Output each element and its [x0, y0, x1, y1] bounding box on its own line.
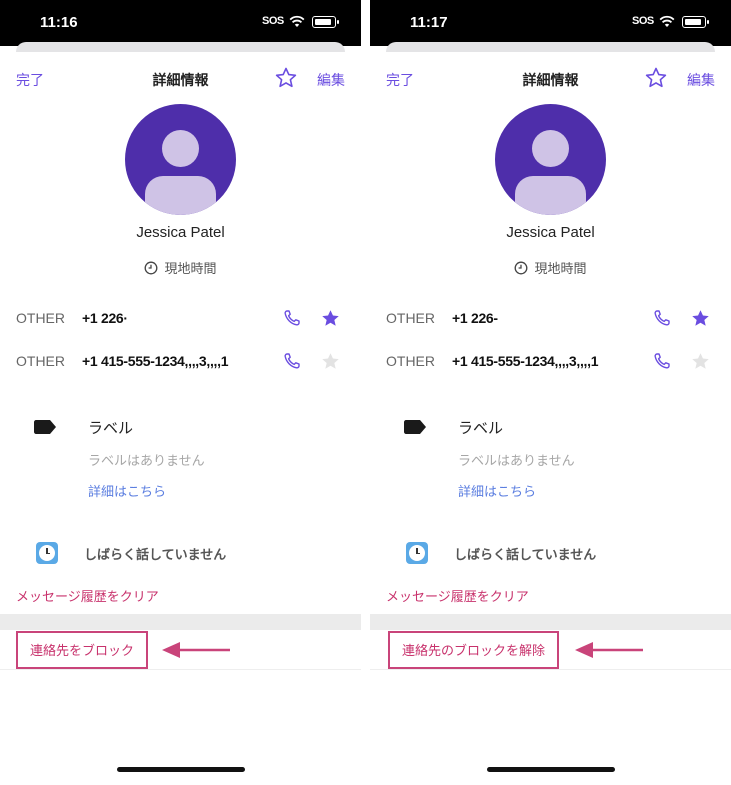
clear-history-button[interactable]: メッセージ履歴をクリア: [16, 586, 159, 605]
sos-indicator: SOS: [262, 15, 284, 27]
clear-history-button[interactable]: メッセージ履歴をクリア: [386, 586, 529, 605]
label-empty-text: ラベルはありません: [88, 454, 205, 469]
phone-screen-after: 11:17 SOS 完了 詳細情報 編集 Jessica Patel 現地時間 …: [370, 0, 731, 785]
avatar-head: [162, 130, 199, 167]
phone-screen-before: 11:16 SOS 完了 詳細情報 編集 Jessica Patel 現地時間 …: [0, 0, 361, 785]
label-tag-icon: [34, 420, 56, 434]
learn-more-link[interactable]: 詳細はこちら: [458, 481, 536, 500]
avatar: [125, 104, 236, 215]
phone-row[interactable]: OTHER +1 415-555-1234,,,,3,,,,1: [0, 350, 361, 374]
phone-icon[interactable]: [283, 352, 301, 370]
status-bar: 11:16 SOS: [0, 0, 361, 46]
avatar-body: [145, 176, 216, 215]
phone-row[interactable]: OTHER +1 226-: [370, 307, 731, 331]
phone-row[interactable]: OTHER +1 226·: [0, 307, 361, 331]
label-empty-text: ラベルはありません: [458, 454, 575, 469]
star-empty-icon[interactable]: [690, 351, 711, 372]
block-contact-button[interactable]: 連絡先をブロック: [30, 644, 134, 659]
clock-icon: [406, 542, 428, 564]
home-indicator: [487, 767, 615, 772]
avatar-body: [515, 176, 586, 215]
phone-number[interactable]: +1 226·: [82, 310, 128, 326]
phone-number[interactable]: +1 415-555-1234,,,,3,,,,1: [82, 353, 229, 369]
local-time: 現地時間: [370, 258, 731, 277]
avatar: [495, 104, 606, 215]
sos-indicator: SOS: [632, 15, 654, 27]
divider: [0, 669, 361, 670]
phone-icon[interactable]: [283, 309, 301, 327]
clock-icon: [36, 542, 58, 564]
page-title: 詳細情報: [522, 73, 579, 89]
local-time-label: 現地時間: [534, 262, 587, 277]
star-filled-icon[interactable]: [320, 308, 341, 329]
star-empty-icon[interactable]: [320, 351, 341, 372]
phone-icon[interactable]: [653, 352, 671, 370]
learn-more-link[interactable]: 詳細はこちら: [88, 481, 166, 500]
phone-row[interactable]: OTHER +1 415-555-1234,,,,3,,,,1: [370, 350, 731, 374]
arrow-left-icon: [162, 642, 230, 658]
status-time: 11:17: [410, 14, 448, 31]
arrow-left-icon: [575, 642, 643, 658]
label-tag-icon: [404, 420, 426, 434]
phone-type: OTHER: [16, 353, 65, 369]
phone-number[interactable]: +1 415-555-1234,,,,3,,,,1: [452, 353, 599, 369]
phone-type: OTHER: [16, 310, 65, 326]
status-time: 11:16: [40, 14, 78, 31]
wifi-icon: [289, 15, 305, 27]
label-section-title: ラベル: [458, 419, 504, 437]
label-section-title: ラベル: [88, 419, 134, 437]
clock-outline-icon: [145, 261, 158, 275]
edit-button[interactable]: 編集: [317, 70, 345, 90]
battery-icon: [312, 16, 339, 28]
star-outline-icon[interactable]: [274, 66, 298, 90]
section-divider: [370, 614, 731, 630]
phone-number[interactable]: +1 226-: [452, 310, 498, 326]
last-contact-text: しばらく話していません: [454, 548, 597, 563]
contact-name: Jessica Patel: [136, 224, 225, 241]
page-title: 詳細情報: [152, 73, 209, 89]
avatar-head: [532, 130, 569, 167]
divider: [370, 669, 731, 670]
unblock-contact-button[interactable]: 連絡先のブロックを解除: [402, 644, 545, 659]
block-contact-highlight[interactable]: 連絡先をブロック: [16, 631, 149, 669]
contact-name: Jessica Patel: [506, 224, 595, 241]
phone-type: OTHER: [386, 353, 435, 369]
clock-outline-icon: [515, 261, 528, 275]
star-outline-icon[interactable]: [644, 66, 668, 90]
last-contact-text: しばらく話していません: [84, 548, 227, 563]
local-time-label: 現地時間: [164, 262, 217, 277]
local-time: 現地時間: [0, 258, 361, 277]
edit-button[interactable]: 編集: [687, 70, 715, 90]
phone-icon[interactable]: [653, 309, 671, 327]
section-divider: [0, 614, 361, 630]
star-filled-icon[interactable]: [690, 308, 711, 329]
battery-icon: [682, 16, 709, 28]
phone-type: OTHER: [386, 310, 435, 326]
unblock-contact-highlight[interactable]: 連絡先のブロックを解除: [388, 631, 560, 669]
home-indicator: [117, 767, 245, 772]
status-bar: 11:17 SOS: [370, 0, 731, 46]
wifi-icon: [659, 15, 675, 27]
